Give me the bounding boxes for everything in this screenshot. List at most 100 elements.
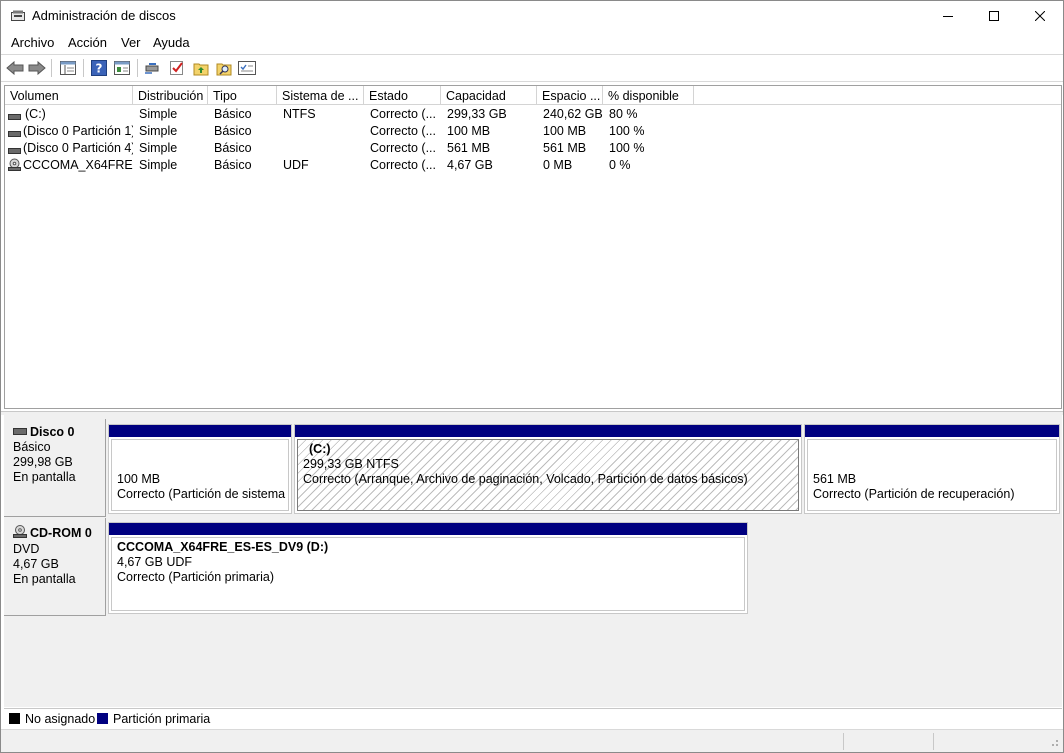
cell-status: Correcto (... [370,124,436,138]
cell-status: Correcto (... [370,107,436,121]
partition-status: Correcto (Partición de recuperación) [813,487,1015,501]
cell-capacity: 299,33 GB [447,107,507,121]
cell-percent: 100 % [609,141,645,155]
partition-body: 100 MB Correcto (Partición de sistema EF… [111,439,289,511]
unallocated-swatch [9,713,20,724]
col-distribucion[interactable]: Distribución [133,86,208,105]
partition-title: (C:) [309,442,331,456]
disk-management-window: Administración de discos Archivo Acción … [0,0,1064,753]
toolbar-separator [137,59,138,77]
volume-row[interactable]: (Disco 0 Partición 1) Simple Básico Corr… [5,123,1061,140]
minimize-button[interactable] [925,1,971,31]
partition-c[interactable]: (C:) 299,33 GB NTFS Correcto (Arranque, … [294,424,802,514]
cell-type: Básico [214,141,252,155]
partition-size: 561 MB [813,472,857,486]
partition-recovery[interactable]: 561 MB Correcto (Partición de recuperaci… [804,424,1060,514]
partition-status: Correcto (Partición primaria) [117,570,274,584]
legend-primary: Partición primaria [113,712,211,726]
legend-unallocated: No asignado [25,712,96,726]
cell-free: 0 MB [543,158,573,172]
window-title: Administración de discos [32,8,176,23]
toolbar-separator [83,59,84,77]
partition-body: 561 MB Correcto (Partición de recuperaci… [807,439,1057,511]
volume-row[interactable]: CCCOMA_X64FRE... Simple Básico UDF Corre… [5,157,1061,174]
col-estado[interactable]: Estado [364,86,441,105]
partition-size: 4,67 GB UDF [117,555,193,569]
primary-partition-swatch [97,713,108,724]
legend: No asignado Partición primaria [4,708,1062,728]
volume-list[interactable]: Volumen Distribución Tipo Sistema de ...… [4,85,1062,409]
menu-archivo[interactable]: Archivo [11,35,54,50]
properties-pane-icon[interactable] [112,58,132,78]
cell-type: Básico [214,158,252,172]
cell-capacity: 561 MB [447,141,491,155]
close-button[interactable] [1017,1,1063,31]
disk-state: En pantalla [13,470,76,484]
cell-layout: Simple [139,107,178,121]
svg-text:?: ? [96,62,103,76]
volume-list-header: Volumen Distribución Tipo Sistema de ...… [5,86,1061,105]
toolbar-bottom-separator [1,81,1063,82]
partition-status: Correcto (Partición de sistema EFI) [117,487,288,501]
menu-bar: Archivo Acción Ver Ayuda [1,32,1063,54]
cell-percent: 0 % [609,158,631,172]
cell-status: Correcto (... [370,158,436,172]
col-volumen[interactable]: Volumen [5,86,133,105]
cell-filesystem [277,140,364,157]
cell-filesystem: NTFS [283,107,316,121]
help-icon[interactable]: ? [89,58,109,78]
volume-row[interactable]: (C:) Simple Básico NTFS Correcto (... 29… [5,106,1061,123]
cell-layout: Simple [139,124,178,138]
primary-partition-bar [805,425,1059,437]
drive-icon [8,110,21,124]
disk-size: 299,98 GB [13,455,73,469]
folder-search-icon[interactable] [214,58,234,78]
partition-size: 299,33 GB NTFS [303,457,399,471]
col-porcentaje[interactable]: % disponible [603,86,694,105]
forward-icon[interactable] [27,58,47,78]
status-panel [843,733,933,750]
cell-capacity: 100 MB [447,124,491,138]
cell-volume: (Disco 0 Partición 1) [23,124,133,138]
cell-free: 561 MB [543,141,587,155]
drive-icon [13,425,27,440]
properties-icon[interactable] [237,58,257,78]
col-capacidad[interactable]: Capacidad [441,86,537,105]
volume-row[interactable]: (Disco 0 Partición 4) Simple Básico Corr… [5,140,1061,157]
cell-free: 100 MB [543,124,587,138]
cell-filesystem: UDF [283,158,309,172]
cell-status: Correcto (... [370,141,436,155]
folder-up-icon[interactable] [191,58,211,78]
cdrom-0-label[interactable]: CD-ROM 0 DVD 4,67 GB En pantalla [4,518,106,616]
menu-accion[interactable]: Acción [68,35,107,50]
col-espacio[interactable]: Espacio ... [537,86,603,105]
disk-name: CD-ROM 0 [30,525,92,540]
cell-volume: (C:) [25,107,46,121]
maximize-button[interactable] [971,1,1017,31]
resize-grip-icon[interactable] [1049,736,1059,750]
status-panel [933,733,1033,750]
cell-layout: Simple [139,141,178,155]
cell-type: Básico [214,124,252,138]
partition-title: CCCOMA_X64FRE_ES-ES_DV9 (D:) [117,540,329,554]
col-sistema-archivos[interactable]: Sistema de ... [277,86,364,105]
partition-efi[interactable]: 100 MB Correcto (Partición de sistema EF… [108,424,292,514]
menu-ver[interactable]: Ver [121,35,141,50]
title-bar[interactable]: Administración de discos [1,1,1063,31]
back-icon[interactable] [5,58,25,78]
partition-status: Correcto (Arranque, Archivo de paginació… [303,472,748,486]
console-tree-icon[interactable] [58,58,78,78]
cell-layout: Simple [139,158,178,172]
disk-name: Disco 0 [30,425,75,439]
col-tipo[interactable]: Tipo [208,86,277,105]
cell-filesystem [277,123,364,140]
connect-disk-icon[interactable] [143,58,163,78]
check-icon[interactable] [167,58,187,78]
menu-ayuda[interactable]: Ayuda [153,35,190,50]
partition-cdrom[interactable]: CCCOMA_X64FRE_ES-ES_DV9 (D:) 4,67 GB UDF… [108,522,748,614]
disk-0-label[interactable]: Disco 0 Básico 299,98 GB En pantalla [4,419,106,517]
disk-management-app-icon [11,10,25,22]
cell-percent: 80 % [609,107,638,121]
toolbar-separator [51,59,52,77]
cell-volume: (Disco 0 Partición 4) [23,141,133,155]
